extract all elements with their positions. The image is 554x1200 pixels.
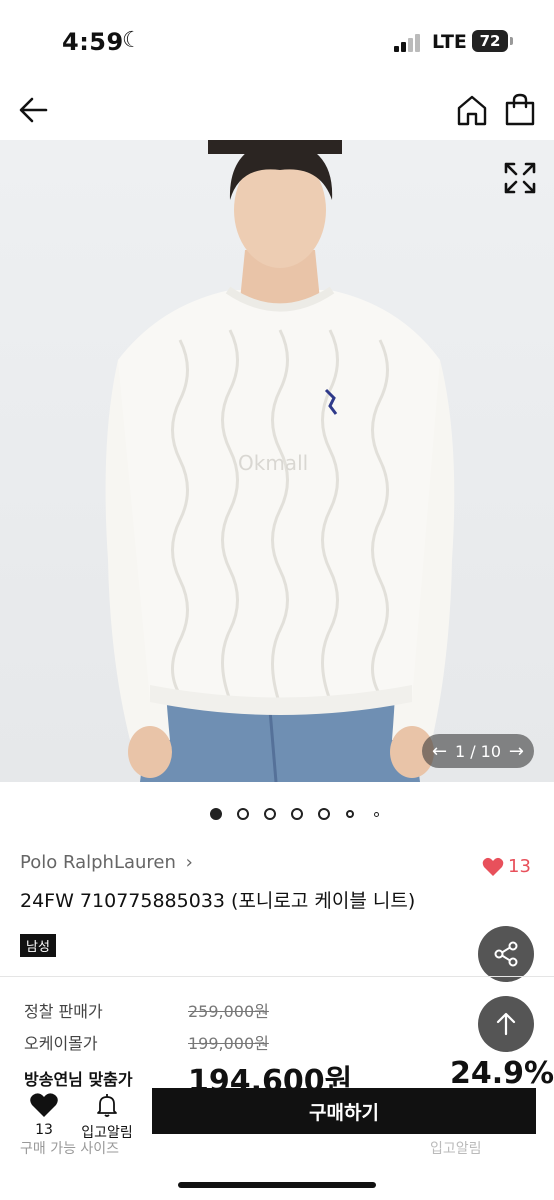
battery-tip — [510, 37, 513, 45]
product-title: 24FW 710775885033 (포니로고 케이블 니트) — [20, 890, 416, 912]
expand-icon[interactable] — [502, 160, 538, 196]
brand-name: Polo RalphLauren — [20, 852, 176, 873]
moon-icon: ☾ — [122, 28, 142, 53]
like-counter[interactable]: 13 — [482, 856, 531, 877]
scroll-top-button[interactable] — [478, 996, 534, 1052]
shopping-bag-icon[interactable] — [502, 92, 538, 128]
next-arrow-icon[interactable]: → — [509, 741, 524, 762]
retail-price-label: 정찰 판매가 — [24, 1002, 103, 1021]
home-indicator — [178, 1182, 376, 1188]
image-counter: ← 1 / 10 → — [422, 734, 534, 768]
size-restock-link[interactable]: 입고알림 — [430, 1138, 482, 1158]
like-count: 13 — [508, 856, 531, 877]
retail-price-value: 259,000원 — [188, 1002, 269, 1021]
gallery-pagination — [0, 808, 554, 822]
status-bar: 4:59 ☾ LTE 72 — [0, 0, 554, 80]
top-nav — [0, 80, 554, 140]
page-dot[interactable] — [318, 808, 330, 820]
heart-icon — [30, 1093, 58, 1117]
brand-link[interactable]: Polo RalphLauren › — [20, 852, 193, 873]
home-icon[interactable] — [454, 92, 490, 128]
page-dot[interactable] — [264, 808, 276, 820]
network-label: LTE — [432, 31, 467, 53]
model-illustration: Okmall — [0, 140, 554, 782]
chevron-right-icon: › — [185, 852, 193, 873]
buy-button[interactable]: 구매하기 — [152, 1088, 536, 1134]
clock: 4:59 — [62, 28, 124, 56]
bottom-action-bar: 13 입고알림 구매하기 구매 가능 사이즈 입고알림 — [0, 1088, 554, 1200]
okmall-price-label: 오케이몰가 — [24, 1034, 98, 1053]
page-dot[interactable] — [210, 808, 222, 820]
arrow-up-icon — [496, 1012, 516, 1036]
restock-alert-button[interactable]: 입고알림 — [74, 1092, 140, 1142]
wish-count: 13 — [35, 1122, 53, 1138]
wish-button[interactable]: 13 — [22, 1092, 66, 1138]
share-button[interactable] — [478, 926, 534, 982]
bell-icon — [97, 1094, 117, 1117]
member-price-label: 방송연님 맞춤가 — [24, 1070, 133, 1089]
battery-icon: 72 — [472, 30, 508, 52]
back-arrow-icon[interactable] — [16, 92, 52, 128]
gender-badge: 남성 — [20, 934, 56, 957]
counter-text: 1 / 10 — [454, 741, 502, 761]
page-dot[interactable] — [237, 808, 249, 820]
page-dot[interactable] — [374, 812, 379, 817]
product-image[interactable]: Okmall ← 1 / 10 → — [0, 140, 554, 782]
watermark: Okmall — [238, 451, 308, 475]
available-size-label: 구매 가능 사이즈 — [20, 1141, 120, 1157]
okmall-price-value: 199,000원 — [188, 1034, 269, 1053]
signal-icon — [394, 34, 424, 52]
page-dot[interactable] — [291, 808, 303, 820]
prev-arrow-icon[interactable]: ← — [432, 741, 447, 762]
heart-icon — [482, 857, 504, 876]
divider — [0, 976, 554, 977]
share-icon — [494, 941, 518, 967]
discount-rate: 24.9% — [450, 1056, 554, 1091]
page-dot[interactable] — [346, 810, 354, 818]
